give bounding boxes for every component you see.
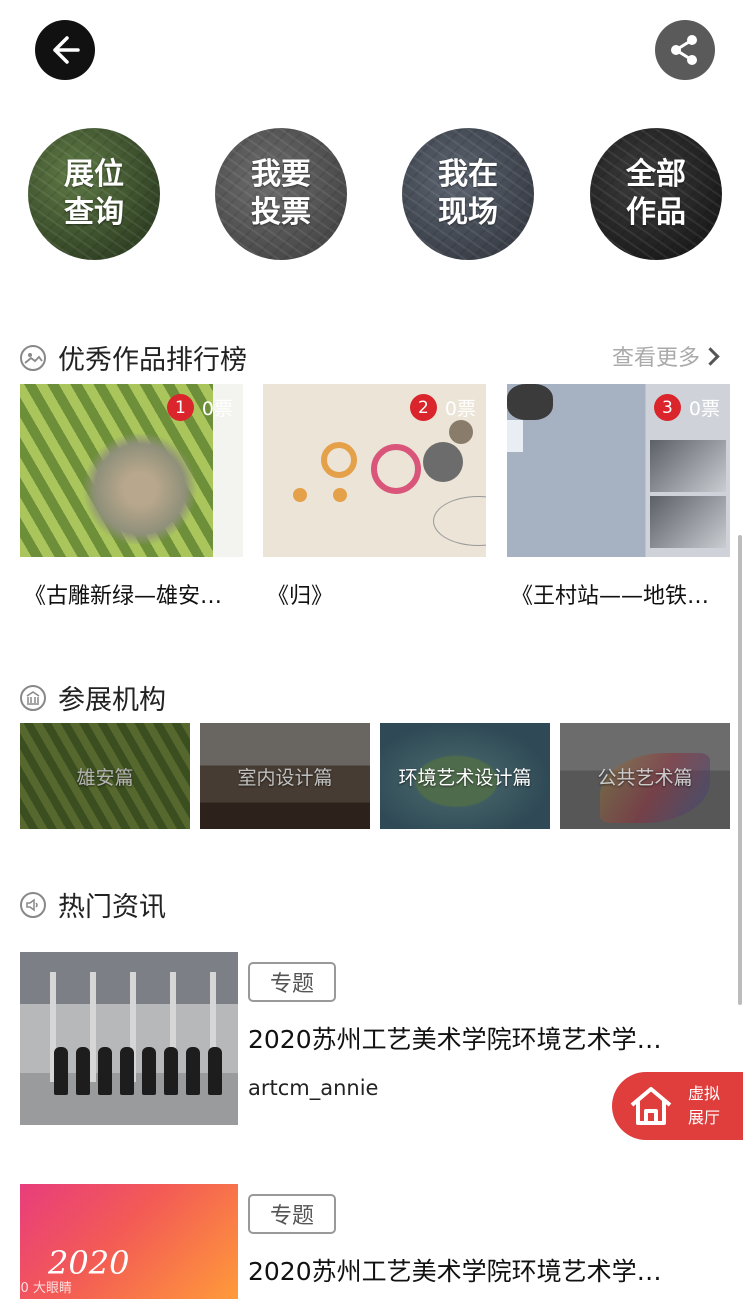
on-site-button[interactable]: 我在 现场 [402, 128, 534, 260]
news-header: 热门资讯 [20, 885, 166, 924]
work-title: 《王村站——地铁… [511, 584, 710, 609]
ranking-header: 优秀作品排行榜 [20, 338, 247, 377]
see-more-link[interactable]: 查看更多 [612, 340, 720, 372]
vote-count: 0票 [688, 398, 720, 420]
all-works-label: 全部 作品 [626, 157, 686, 230]
work-title: 《古雕新绿—雄安… [24, 584, 223, 609]
orgs-title: 参展机构 [58, 685, 166, 716]
org-tile[interactable]: 环境艺术设计篇 [380, 723, 550, 829]
scrollbar[interactable] [738, 535, 742, 1005]
work-thumbnail: 1 0票 [20, 384, 243, 557]
org-tile[interactable]: 室内设计篇 [200, 723, 370, 829]
see-more-label: 查看更多 [612, 346, 701, 371]
booth-search-button[interactable]: 展位 查询 [28, 128, 160, 260]
vote-count: 0票 [444, 398, 476, 420]
ranking-item[interactable]: 2 0票 《归》 [263, 384, 486, 609]
topic-tag: 专题 [248, 1194, 336, 1234]
building-icon [20, 684, 46, 711]
share-button[interactable] [655, 20, 715, 80]
ranking-item[interactable]: 3 0票 《王村站——地铁… [507, 384, 730, 609]
virtual-hall-line2: 展厅 [688, 1108, 721, 1127]
on-site-label: 我在 现场 [438, 157, 498, 230]
speaker-icon [20, 891, 46, 918]
ranking-item[interactable]: 1 0票 《古雕新绿—雄安… [20, 384, 243, 609]
virtual-hall-button[interactable]: 虚拟 展厅 [612, 1072, 743, 1140]
rank-number: 3 [653, 394, 681, 421]
orgs-header: 参展机构 [20, 678, 166, 717]
org-tile[interactable]: 公共艺术篇 [560, 723, 730, 829]
news-headline: 2020苏州工艺美术学院环境艺术学… [248, 1025, 662, 1054]
share-icon [671, 35, 697, 65]
image-icon [20, 344, 46, 371]
chevron-right-icon [701, 346, 720, 366]
all-works-button[interactable]: 全部 作品 [590, 128, 722, 260]
vote-badge: 3 0票 [653, 394, 720, 421]
arrow-left-icon [53, 36, 80, 64]
work-title: 《归》 [267, 584, 334, 609]
news-headline: 2020苏州工艺美术学院环境艺术学… [248, 1257, 662, 1286]
work-thumbnail: 2 0票 [263, 384, 486, 557]
virtual-hall-label: 虚拟 展厅 [688, 1082, 720, 1130]
news-thumbnail [20, 952, 238, 1125]
vote-label: 我要 投票 [251, 157, 311, 230]
watermark: 100 大眼睛 [4, 1281, 72, 1296]
org-label: 雄安篇 [76, 766, 134, 789]
topic-tag: 专题 [248, 962, 336, 1002]
org-label: 公共艺术篇 [597, 766, 693, 789]
house-icon [630, 1087, 672, 1125]
work-thumbnail: 3 0票 [507, 384, 730, 557]
vote-badge: 2 0票 [409, 394, 476, 421]
org-label: 环境艺术设计篇 [398, 766, 532, 789]
virtual-hall-line1: 虚拟 [688, 1084, 721, 1103]
vote-badge: 1 0票 [166, 394, 233, 421]
news-item[interactable]: 2020 专题 2020苏州工艺美术学院环境艺术学… [20, 1184, 730, 1299]
ranking-title: 优秀作品排行榜 [58, 345, 247, 376]
booth-search-label: 展位 查询 [64, 157, 124, 230]
vote-count: 0票 [201, 398, 233, 420]
org-tile[interactable]: 雄安篇 [20, 723, 190, 829]
rank-number: 1 [166, 394, 194, 421]
rank-number: 2 [409, 394, 437, 421]
news-author: artcm_annie [248, 1076, 379, 1100]
org-label: 室内设计篇 [237, 766, 333, 789]
vote-button[interactable]: 我要 投票 [215, 128, 347, 260]
news-title: 热门资讯 [58, 892, 166, 923]
quick-nav: 展位 查询 我要 投票 我在 现场 全部 作品 [28, 128, 722, 260]
back-button[interactable] [35, 20, 95, 80]
